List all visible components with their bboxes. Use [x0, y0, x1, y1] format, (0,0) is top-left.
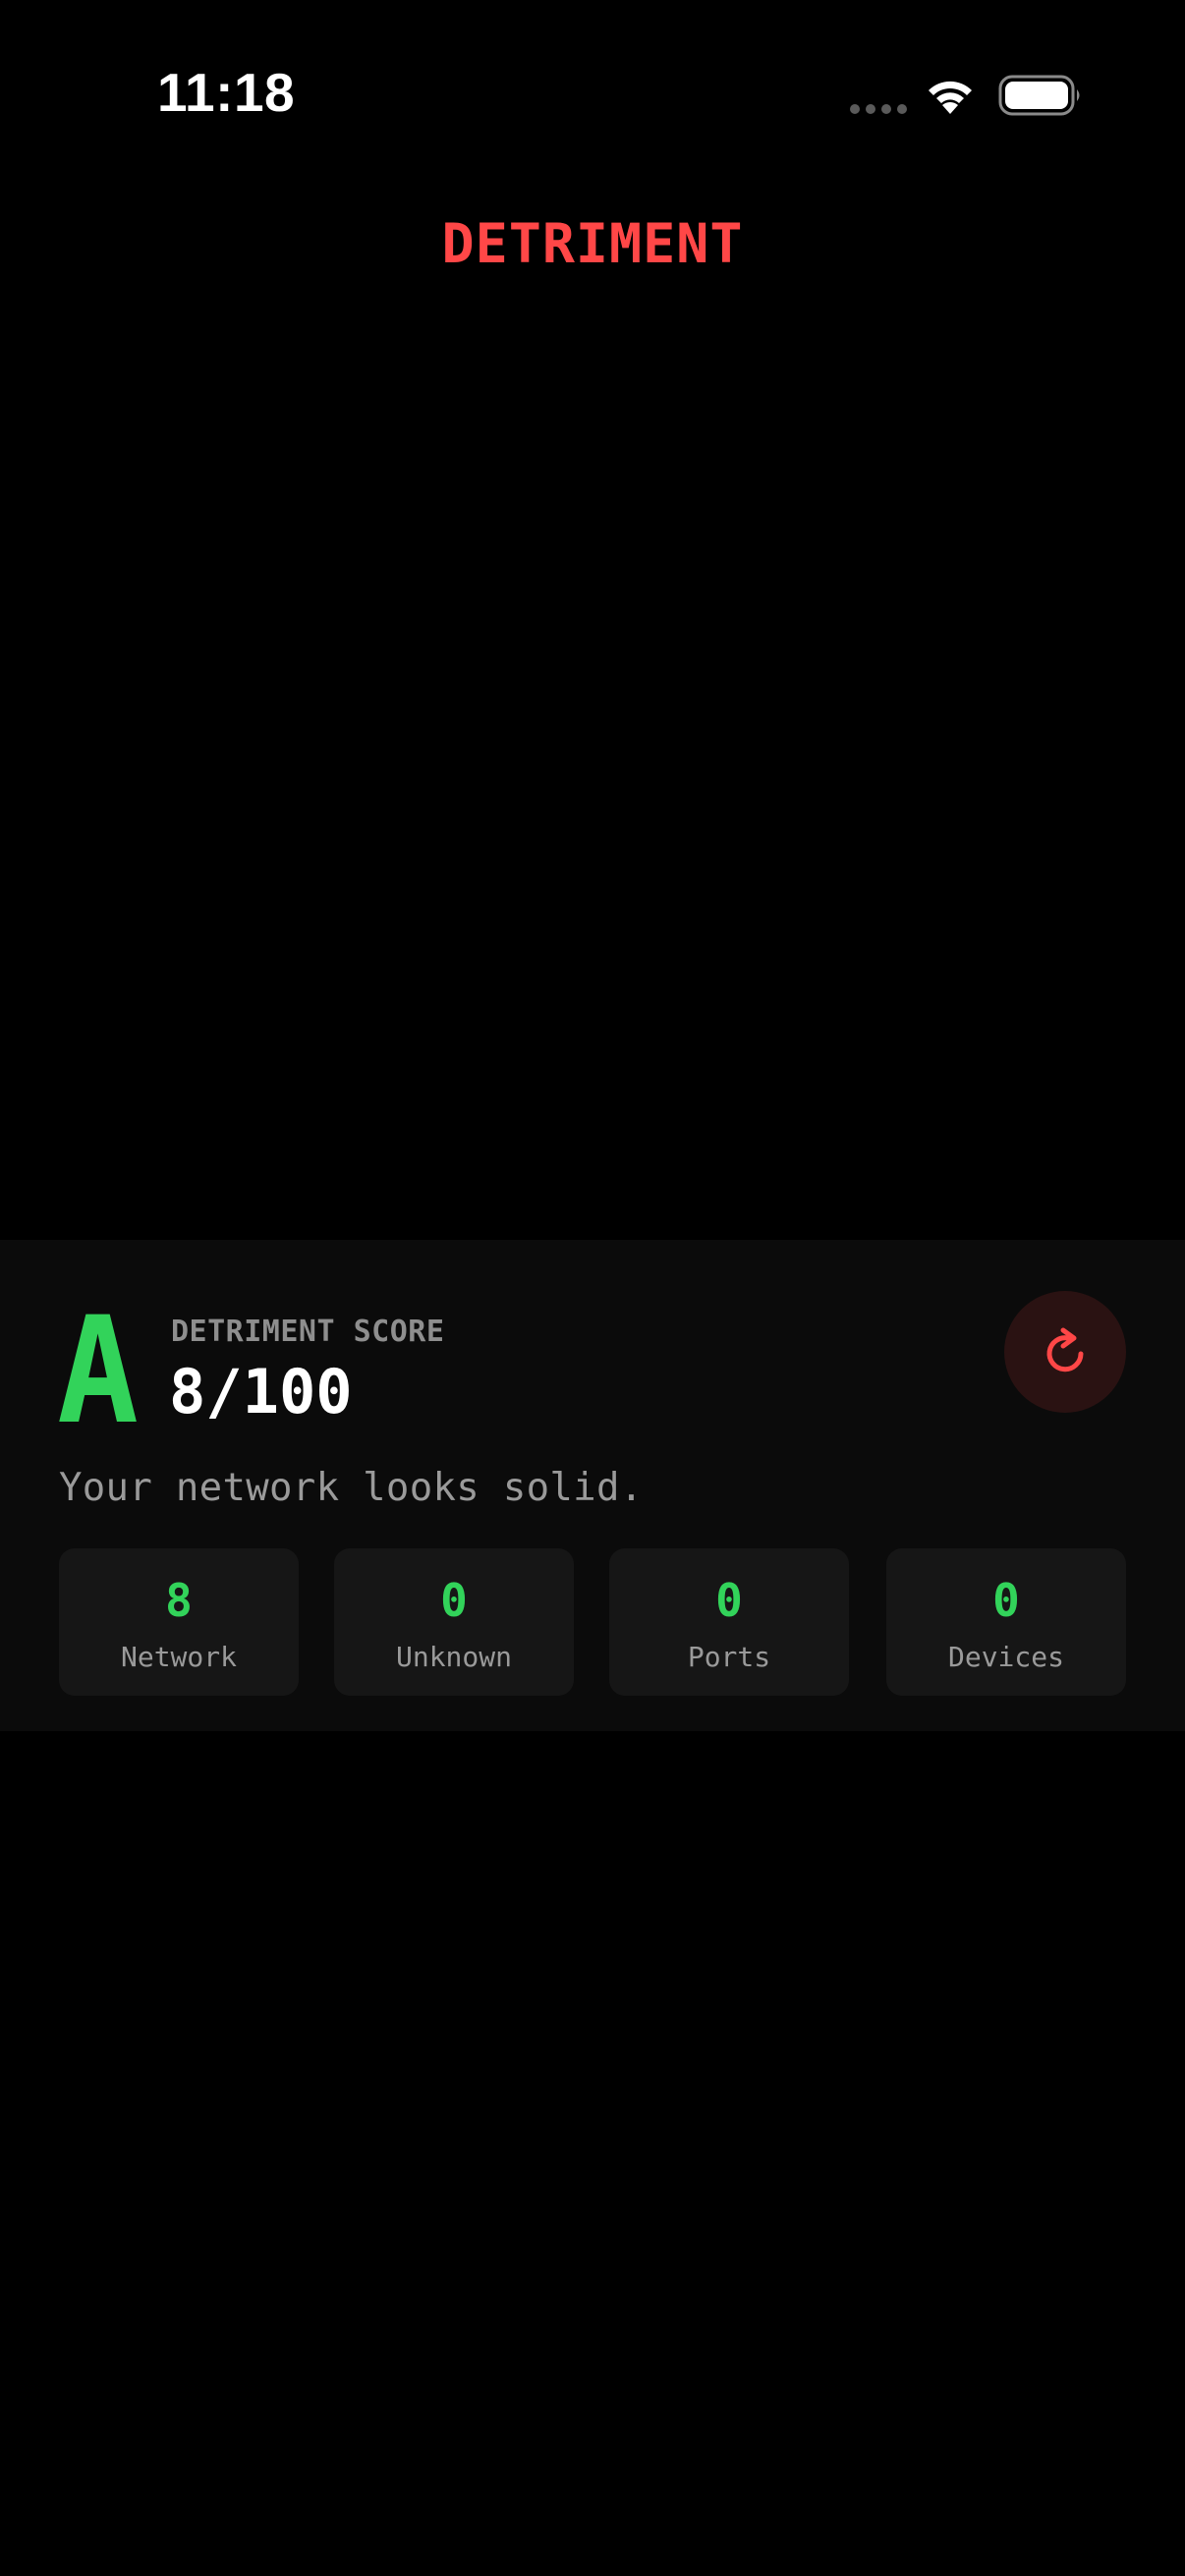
battery-icon [998, 75, 1080, 116]
signal-dots-icon [850, 104, 907, 114]
stat-value: 8 [165, 1574, 193, 1627]
status-time: 11:18 [157, 62, 296, 123]
stats-row: 8 Network 0 Unknown 0 Ports 0 Devices [59, 1548, 1126, 1696]
app-title: DETRIMENT [441, 212, 744, 275]
stat-label: Ports [687, 1641, 771, 1673]
refresh-button[interactable] [1004, 1291, 1126, 1413]
stat-value: 0 [992, 1574, 1020, 1627]
grade-letter: A [57, 1286, 140, 1457]
stat-label: Network [120, 1641, 237, 1673]
stat-card-devices: 0 Devices [886, 1548, 1126, 1696]
score-value: 8/100 [169, 1356, 353, 1428]
status-bar: 11:18 [0, 0, 1185, 196]
stat-card-unknown: 0 Unknown [334, 1548, 574, 1696]
score-label: DETRIMENT SCORE [171, 1315, 445, 1349]
stat-label: Devices [947, 1641, 1064, 1673]
stat-value: 0 [440, 1574, 468, 1627]
wifi-icon [929, 81, 972, 114]
stat-value: 0 [715, 1574, 743, 1627]
summary-text: Your network looks solid. [59, 1466, 644, 1510]
refresh-icon [1046, 1327, 1084, 1372]
stat-label: Unknown [395, 1641, 512, 1673]
stat-card-network: 8 Network [59, 1548, 299, 1696]
stat-card-ports: 0 Ports [609, 1548, 849, 1696]
